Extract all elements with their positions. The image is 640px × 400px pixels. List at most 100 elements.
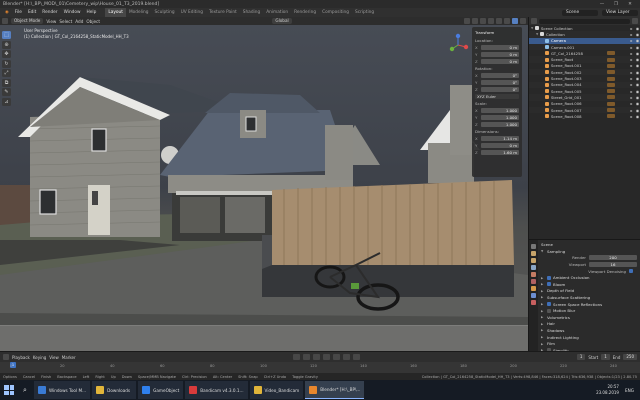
scale-y-field[interactable]: 1.000 [481, 114, 519, 120]
start-frame-field[interactable]: 1 [601, 354, 610, 360]
transform-orientation-selector[interactable]: Global [272, 18, 292, 24]
next-key-icon[interactable] [342, 354, 350, 360]
search-icon[interactable]: ⌕ [18, 386, 32, 395]
modifier-tab-icon[interactable] [531, 293, 536, 298]
menu-add[interactable]: Add [75, 19, 83, 24]
menu-edit[interactable]: Edit [25, 10, 39, 15]
rotation-x-field[interactable]: 0° [481, 72, 519, 78]
tool-tab-icon[interactable] [531, 244, 536, 249]
properties-section[interactable]: ▶ Screen Space Reflections [541, 301, 637, 308]
select-toggle-icon[interactable]: ▸ [629, 26, 634, 31]
eye-icon[interactable]: ◉ [635, 57, 640, 62]
tab-shading[interactable]: Shading [240, 8, 263, 17]
taskbar-app-button[interactable]: Video_Bandicam [249, 381, 304, 399]
move-icon[interactable]: ✥ [2, 50, 11, 58]
menu-keying[interactable]: Keying [33, 355, 46, 360]
select-toggle-icon[interactable]: ▸ [629, 89, 634, 94]
select-toggle-icon[interactable]: ▸ [629, 38, 634, 43]
annotate-icon[interactable]: ✎ [2, 88, 11, 96]
play-icon[interactable] [332, 354, 340, 360]
menu-help[interactable]: Help [84, 10, 100, 15]
eye-icon[interactable]: ◉ [635, 51, 640, 56]
minimize-button[interactable]: — [595, 2, 609, 7]
world-tab-icon[interactable] [531, 279, 536, 284]
eye-icon[interactable]: ◉ [635, 82, 640, 87]
select-toggle-icon[interactable]: ▸ [629, 57, 634, 62]
select-toggle-icon[interactable]: ▸ [629, 51, 634, 56]
properties-section[interactable]: ▶ Film [541, 340, 637, 347]
eye-icon[interactable]: ◉ [635, 45, 640, 50]
tab-uv-editing[interactable]: UV Editing [178, 8, 206, 17]
section-sampling[interactable]: ▼ Sampling [541, 248, 637, 255]
3d-viewport[interactable]: User Perspective (1) Collection | GT_Col… [0, 25, 528, 351]
outliner-display-icon[interactable] [531, 18, 537, 24]
location-x-field[interactable]: 0 m [481, 44, 519, 50]
select-toggle-icon[interactable]: ▸ [629, 32, 634, 37]
section-checkbox[interactable] [547, 275, 551, 280]
menu-select[interactable]: Select [59, 19, 72, 24]
select-box-icon[interactable]: ⬚ [2, 31, 11, 39]
eye-icon[interactable]: ◉ [635, 76, 640, 81]
select-toggle-icon[interactable]: ▸ [629, 45, 634, 50]
menu-render[interactable]: Render [39, 10, 60, 15]
select-toggle-icon[interactable]: ▸ [629, 76, 634, 81]
eye-icon[interactable]: ◉ [635, 114, 640, 119]
select-toggle-icon[interactable]: ▸ [629, 70, 634, 75]
tab-layout[interactable]: Layout [105, 8, 126, 17]
maximize-button[interactable]: ❐ [609, 2, 623, 7]
dimension-z-field[interactable]: 1.60 m [481, 149, 519, 155]
render-samples-field[interactable]: 200 [589, 255, 637, 261]
view-layer-tab-icon[interactable] [531, 265, 536, 270]
gizmo-icon[interactable] [472, 18, 479, 24]
timeline-ruler[interactable]: 1 0 20 40 60 80 100 120 140 160 180 200 220 240 [0, 362, 640, 373]
tab-modeling[interactable]: Modeling [126, 8, 152, 17]
render-tab-icon[interactable] [531, 251, 536, 256]
taskbar-app-button[interactable]: GameObject [138, 381, 184, 399]
tab-animation[interactable]: Animation [263, 8, 291, 17]
rotation-mode-selector[interactable]: XYZ Euler [475, 94, 519, 99]
xray-icon[interactable] [488, 18, 495, 24]
scene-tab-icon[interactable] [531, 272, 536, 277]
scale-z-field[interactable]: 1.000 [481, 121, 519, 127]
shading-solid-icon[interactable] [504, 18, 511, 24]
menu-file[interactable]: File [12, 10, 25, 15]
mode-selector[interactable]: Object Mode [11, 18, 44, 24]
section-checkbox[interactable] [547, 308, 551, 313]
select-toggle-icon[interactable]: ▸ [629, 108, 634, 113]
location-y-field[interactable]: 0 m [481, 51, 519, 57]
eye-icon[interactable]: ◉ [635, 26, 640, 31]
menu-timeline-view[interactable]: View [49, 355, 59, 360]
shading-wireframe-icon[interactable] [496, 18, 503, 24]
rotation-y-field[interactable]: 0° [481, 79, 519, 85]
tab-sculpting[interactable]: Sculpting [152, 8, 178, 17]
taskbar-app-button[interactable]: Downloads [92, 381, 137, 399]
location-z-field[interactable]: 0 m [481, 58, 519, 64]
taskbar-app-button[interactable]: Bandicam v4.3.0.1... [185, 381, 248, 399]
menu-playback[interactable]: Playback [12, 355, 30, 360]
eye-icon[interactable]: ◉ [635, 32, 640, 37]
jump-start-icon[interactable] [302, 354, 310, 360]
language-indicator[interactable]: ENG [625, 388, 638, 393]
record-icon[interactable] [292, 354, 300, 360]
taskbar-app-button[interactable]: Windows Tool M... [34, 381, 91, 399]
tab-rendering[interactable]: Rendering [291, 8, 319, 17]
scene-selector[interactable]: Scene [562, 9, 598, 16]
current-frame-field[interactable]: 1 [576, 354, 586, 360]
scale-icon[interactable]: ⤢ [2, 69, 11, 77]
prev-key-icon[interactable] [312, 354, 320, 360]
properties-section[interactable]: ▶ Shadows [541, 327, 637, 334]
output-tab-icon[interactable] [531, 258, 536, 263]
jump-end-icon[interactable] [352, 354, 360, 360]
menu-marker[interactable]: Marker [62, 355, 76, 360]
blender-logo-icon[interactable]: ◉ [2, 10, 12, 15]
timeline-editor-icon[interactable] [3, 354, 9, 360]
shading-rendered-icon[interactable] [520, 18, 527, 24]
clock-date[interactable]: 23.08.2019 [596, 390, 619, 396]
eye-icon[interactable]: ◉ [635, 63, 640, 68]
eye-icon[interactable]: ◉ [635, 70, 640, 75]
viewport-samples-field[interactable]: 16 [589, 261, 637, 267]
taskbar-app-button[interactable]: Blender* [H:\_BP\... [305, 381, 365, 399]
visibility-icon[interactable] [464, 18, 471, 24]
menu-view[interactable]: View [46, 19, 56, 24]
overlay-icon[interactable] [480, 18, 487, 24]
